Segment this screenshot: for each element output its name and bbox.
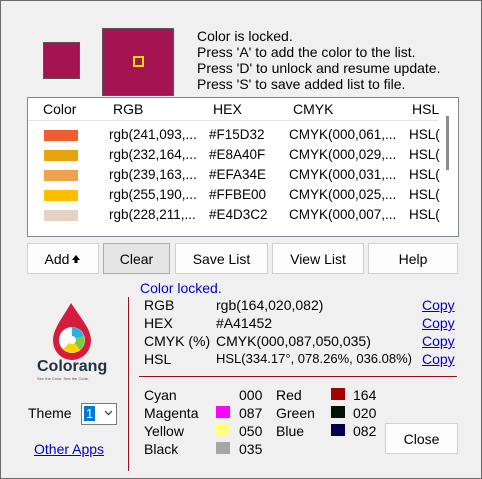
save-list-button[interactable]: Save List — [175, 243, 268, 274]
red-label: Red — [276, 387, 302, 403]
blue-value: 082 — [353, 423, 377, 439]
row-hsl: HSL(( — [409, 147, 445, 162]
row-color-swatch — [44, 130, 78, 141]
vertical-divider — [128, 297, 129, 471]
list-row[interactable]: rgb(241,093,... #F15D32 CMYK(000,061,...… — [28, 125, 444, 145]
logo-tagline: See the Color. See the Code. — [37, 376, 90, 381]
magenta-swatch — [216, 406, 230, 418]
row-color-swatch — [44, 190, 78, 201]
arrow-up-icon — [72, 254, 81, 263]
row-hsl: HSL(( — [409, 127, 445, 142]
column-header-color[interactable]: Color — [43, 101, 76, 117]
row-hex: #E8A40F — [209, 147, 266, 162]
copy-hsl-link[interactable]: Copy — [422, 351, 455, 367]
theme-select[interactable]: 1 — [81, 403, 117, 425]
color-list[interactable]: Color RGB HEX CMYK HSL rgb(241,093,... #… — [27, 97, 459, 237]
row-hex: #EFA34E — [209, 167, 267, 182]
rgb-label: RGB — [144, 297, 175, 313]
blue-label: Blue — [276, 423, 305, 439]
yellow-label: Yellow — [144, 423, 184, 439]
copy-hex-link[interactable]: Copy — [422, 315, 455, 331]
close-button[interactable]: Close — [385, 423, 458, 454]
hsl-value: HSL(334.17°, 078.26%, 036.08%) — [216, 351, 412, 366]
column-header-hsl[interactable]: HSL — [412, 101, 439, 117]
list-header: Color RGB HEX CMYK HSL — [28, 98, 439, 121]
row-rgb: rgb(241,093,... — [109, 127, 197, 142]
hsl-label: HSL — [144, 351, 172, 367]
row-color-swatch — [44, 150, 78, 161]
cmyk-value: CMYK(000,087,050,035) — [216, 333, 371, 349]
row-cmyk: CMYK(000,025,... — [289, 187, 397, 202]
row-cmyk: CMYK(000,061,... — [289, 127, 397, 142]
black-value: 035 — [239, 441, 263, 457]
yellow-swatch — [216, 424, 230, 436]
column-header-cmyk[interactable]: CMYK — [293, 101, 333, 117]
row-hsl: HSL(( — [409, 187, 445, 202]
row-hex: #FFBE00 — [209, 187, 267, 202]
instruction-save: Press 'S' to save added list to file. — [197, 76, 406, 92]
horizontal-divider — [139, 376, 457, 377]
clear-button[interactable]: Clear — [103, 243, 170, 274]
list-row[interactable]: rgb(239,163,... #EFA34E CMYK(000,031,...… — [28, 165, 444, 185]
black-swatch — [216, 442, 230, 454]
lock-status: Color locked. — [140, 280, 222, 296]
column-header-rgb[interactable]: RGB — [113, 101, 143, 117]
scrollbar-thumb[interactable] — [446, 116, 449, 170]
help-button[interactable]: Help — [368, 243, 458, 274]
row-hsl: HSL(( — [409, 167, 445, 182]
chevron-down-icon — [104, 410, 113, 416]
red-value: 164 — [353, 387, 377, 403]
hex-value: #A41452 — [216, 315, 273, 331]
row-cmyk: CMYK(000,007,... — [289, 207, 397, 222]
row-rgb: rgb(255,190,... — [109, 187, 197, 202]
black-label: Black — [144, 441, 179, 457]
list-row[interactable]: rgb(228,211,... #E4D3C2 CMYK(000,007,...… — [28, 205, 444, 225]
magenta-label: Magenta — [144, 405, 199, 421]
column-header-hex[interactable]: HEX — [213, 101, 242, 117]
row-rgb: rgb(228,211,... — [109, 207, 196, 222]
green-value: 020 — [353, 405, 377, 421]
current-color-swatch — [43, 42, 80, 79]
green-swatch — [331, 406, 345, 418]
theme-label: Theme — [28, 405, 72, 421]
theme-selected-value: 1 — [84, 406, 96, 421]
red-swatch — [331, 388, 345, 400]
pixel-selector-marker — [133, 56, 144, 67]
other-apps-link[interactable]: Other Apps — [34, 441, 104, 457]
view-list-button[interactable]: View List — [272, 243, 364, 274]
row-rgb: rgb(239,163,... — [109, 167, 197, 182]
cmyk-label: CMYK (%) — [144, 333, 211, 349]
row-hex: #E4D3C2 — [209, 207, 268, 222]
row-color-swatch — [44, 170, 78, 181]
colorang-logo-icon — [47, 301, 107, 361]
list-scrollbar[interactable] — [440, 98, 458, 234]
instruction-unlock: Press 'D' to unlock and resume update. — [197, 60, 441, 76]
add-button-label: Add — [44, 250, 70, 267]
green-label: Green — [276, 405, 315, 421]
row-cmyk: CMYK(000,029,... — [289, 147, 397, 162]
instruction-locked: Color is locked. — [197, 28, 293, 44]
copy-rgb-link[interactable]: Copy — [422, 297, 455, 313]
hex-label: HEX — [144, 315, 173, 331]
instruction-add: Press 'A' to add the color to the list. — [197, 44, 416, 60]
row-cmyk: CMYK(000,031,... — [289, 167, 397, 182]
logo-name: Colorang — [37, 358, 108, 375]
blue-swatch — [331, 424, 345, 436]
row-hex: #F15D32 — [209, 127, 265, 142]
rgb-value: rgb(164,020,082) — [216, 297, 324, 313]
add-button[interactable]: Add — [27, 243, 99, 274]
row-hsl: HSL(( — [409, 207, 445, 222]
copy-cmyk-link[interactable]: Copy — [422, 333, 455, 349]
row-rgb: rgb(232,164,... — [109, 147, 197, 162]
cyan-label: Cyan — [144, 387, 177, 403]
colorang-window: Color is locked. Press 'A' to add the co… — [0, 0, 482, 479]
list-row[interactable]: rgb(255,190,... #FFBE00 CMYK(000,025,...… — [28, 185, 444, 205]
row-color-swatch — [44, 210, 78, 221]
cyan-value: 000 — [239, 387, 263, 403]
list-row[interactable]: rgb(232,164,... #E8A40F CMYK(000,029,...… — [28, 145, 444, 165]
yellow-value: 050 — [239, 423, 263, 439]
magenta-value: 087 — [239, 405, 263, 421]
